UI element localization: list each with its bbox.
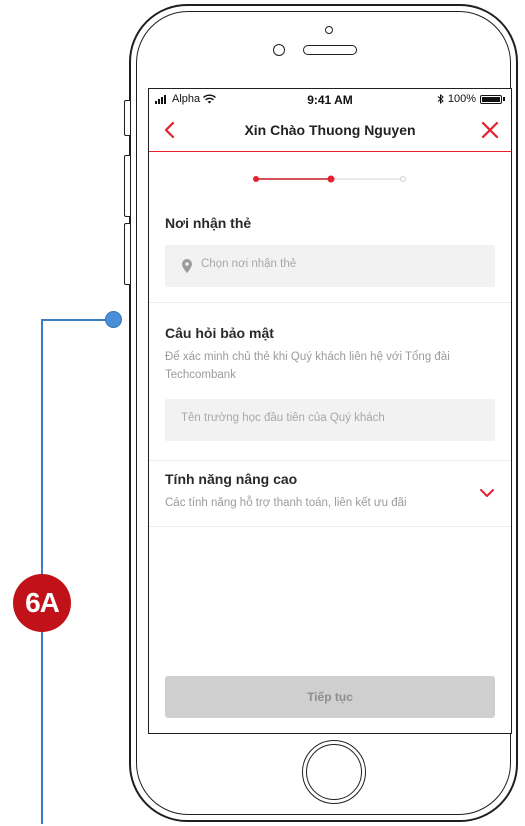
volume-down-button <box>124 223 130 285</box>
stepper-dot-3 <box>400 176 406 182</box>
section-divider <box>149 460 511 461</box>
annotation-dot <box>105 311 122 328</box>
nav-bar: Xin Chào Thuong Nguyen <box>149 111 511 152</box>
bluetooth-icon <box>437 94 444 104</box>
proximity-sensor <box>325 26 333 34</box>
section-divider <box>149 526 511 527</box>
app-screen: Alpha 9:41 AM 100% Xin Chào Thuong Nguye… <box>148 88 512 734</box>
security-answer-field[interactable]: Tên trường học đầu tiên của Quý khách <box>165 399 495 441</box>
battery-icon <box>480 94 502 104</box>
progress-stepper <box>253 175 406 183</box>
advanced-features-description: Các tính năng hỗ trợ thanh toán, liên kế… <box>165 497 407 509</box>
card-location-title: Nơi nhận thẻ <box>165 215 252 231</box>
card-location-placeholder: Chọn nơi nhận thẻ <box>201 258 297 270</box>
status-bar: Alpha 9:41 AM 100% <box>149 89 511 111</box>
security-answer-placeholder: Tên trường học đầu tiên của Quý khách <box>181 412 385 424</box>
home-button-ring <box>306 744 362 800</box>
earpiece-speaker <box>303 45 357 55</box>
front-camera <box>273 44 285 56</box>
chevron-left-icon[interactable] <box>161 119 181 141</box>
volume-up-button <box>124 155 130 217</box>
security-question-description: Để xác minh chủ thẻ khi Quý khách liên h… <box>165 351 450 381</box>
annotation-line-vertical <box>41 319 43 824</box>
close-icon[interactable] <box>479 119 501 141</box>
location-pin-icon <box>182 259 192 273</box>
status-battery-group: 100% <box>437 93 505 105</box>
chevron-down-icon[interactable] <box>479 487 495 499</box>
advanced-features-title[interactable]: Tính năng nâng cao <box>165 471 297 487</box>
battery-percent: 100% <box>447 93 476 105</box>
annotation-line-horizontal <box>41 319 115 321</box>
battery-tip <box>503 97 505 101</box>
card-location-field[interactable]: Chọn nơi nhận thẻ <box>165 245 495 287</box>
stepper-dot-1 <box>253 176 259 182</box>
side-switch <box>124 100 130 136</box>
stepper-dot-2 <box>327 175 335 183</box>
page-title: Xin Chào Thuong Nguyen <box>244 122 416 138</box>
continue-button[interactable]: Tiếp tục <box>165 676 495 718</box>
security-question-title: Câu hỏi bảo mật <box>165 325 274 341</box>
annotation-badge: 6A <box>13 574 71 632</box>
section-divider <box>149 302 511 303</box>
